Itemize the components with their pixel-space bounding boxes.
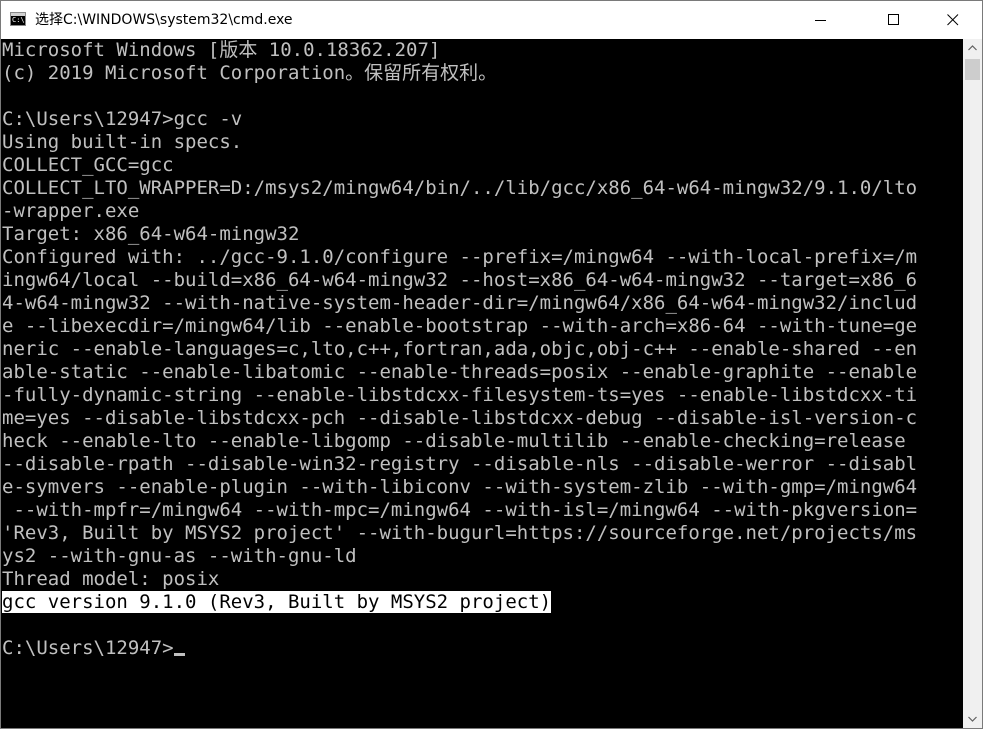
console-line: e --libexecdir=/mingw64/lib --enable-boo… xyxy=(2,315,918,337)
console-line: ys2 --with-gnu-as --with-gnu-ld xyxy=(2,545,357,567)
console-line: -fully-dynamic-string --enable-libstdcxx… xyxy=(2,384,918,406)
prompt-line[interactable]: C:\Users\12947> xyxy=(2,637,917,660)
close-button[interactable] xyxy=(930,1,976,39)
vertical-scrollbar[interactable] xyxy=(963,39,982,728)
console-line: --disable-rpath --disable-win32-registry… xyxy=(2,453,918,475)
console-output[interactable]: Microsoft Windows [版本 10.0.18362.207] (c)… xyxy=(1,39,963,728)
minimize-icon xyxy=(815,20,826,21)
selected-console-line[interactable]: gcc version 9.1.0 (Rev3, Built by MSYS2 … xyxy=(2,591,917,614)
maximize-icon xyxy=(888,14,899,25)
console-line: ingw64/local --build=x86_64-w64-mingw32 … xyxy=(2,269,918,291)
console-line: heck --enable-lto --enable-libgomp --dis… xyxy=(2,430,906,452)
console-line: --with-mpfr=/mingw64 --with-mpc=/mingw64… xyxy=(2,499,918,521)
close-icon xyxy=(947,14,959,26)
scroll-up-arrow-icon xyxy=(968,45,977,51)
console-line: 'Rev3, Built by MSYS2 project' --with-bu… xyxy=(2,522,918,544)
console-line: e-symvers --enable-plugin --with-libicon… xyxy=(2,476,918,498)
console-line: me=yes --disable-libstdcxx-pch --disable… xyxy=(2,407,918,429)
console-line: Target: x86_64-w64-mingw32 xyxy=(2,223,300,245)
console-line: (c) 2019 Microsoft Corporation。保留所有权利。 xyxy=(2,62,498,84)
console-line: Configured with: ../gcc-9.1.0/configure … xyxy=(2,246,918,268)
scrollbar-thumb[interactable] xyxy=(965,59,980,80)
console-line: able-static --enable-libatomic --enable-… xyxy=(2,361,918,383)
console-line: 4-w64-mingw32 --with-native-system-heade… xyxy=(2,292,918,314)
command-prompt: C:\Users\12947> xyxy=(2,637,174,659)
console-line: -wrapper.exe xyxy=(2,200,140,222)
scroll-down-arrow-icon xyxy=(968,716,977,722)
console-line: Thread model: posix xyxy=(2,568,220,590)
minimize-button[interactable] xyxy=(798,1,844,39)
console-line: neric --enable-languages=c,lto,c++,fortr… xyxy=(2,338,918,360)
scroll-up-button[interactable] xyxy=(963,39,982,57)
title-bar[interactable]: C:\ 选择C:\WINDOWS\system32\cmd.exe xyxy=(1,1,982,39)
text-cursor xyxy=(173,653,185,656)
console-line: C:\Users\12947>gcc -v xyxy=(2,108,243,130)
console-line: Microsoft Windows [版本 10.0.18362.207] xyxy=(2,39,441,61)
console-line: Using built-in specs. xyxy=(2,131,243,153)
cmd-window: C:\ 选择C:\WINDOWS\system32\cmd.exe Micros… xyxy=(0,0,983,729)
selection-highlight[interactable]: gcc version 9.1.0 (Rev3, Built by MSYS2 … xyxy=(2,591,552,613)
scroll-down-button[interactable] xyxy=(963,710,982,728)
window-title: 选择C:\WINDOWS\system32\cmd.exe xyxy=(35,12,293,28)
cmd-icon[interactable]: C:\ xyxy=(10,12,26,26)
maximize-button[interactable] xyxy=(871,1,917,39)
console-line: COLLECT_GCC=gcc xyxy=(2,154,174,176)
console-line: COLLECT_LTO_WRAPPER=D:/msys2/mingw64/bin… xyxy=(2,177,918,199)
